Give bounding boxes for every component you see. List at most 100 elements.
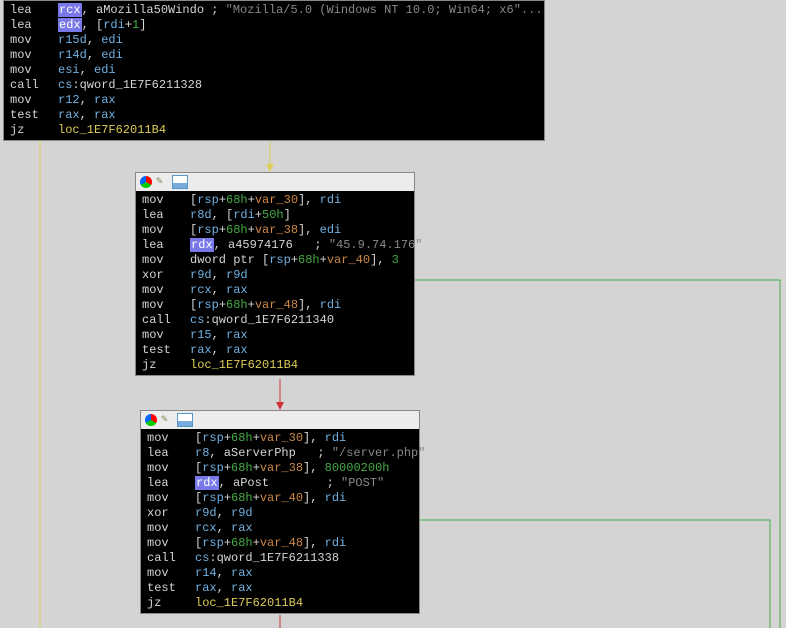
asm-line[interactable]: movr15, rax: [142, 328, 408, 343]
operand-reg: esi: [58, 63, 80, 77]
operand-reg: rax: [94, 108, 116, 122]
asm-line[interactable]: testrax, rax: [142, 343, 408, 358]
asm-line[interactable]: lear8d, [rdi+50h]: [142, 208, 408, 223]
operand-white: , aMozilla50Windo ;: [82, 3, 226, 17]
asm-line[interactable]: movr15d, edi: [10, 33, 538, 48]
mnemonic: mov: [10, 48, 58, 63]
operand-white: , aServerPhp ;: [209, 446, 331, 460]
operand-white: qword_1E7F6211328: [80, 78, 202, 92]
operand-white: qword_1E7F6211338: [217, 551, 339, 565]
operand-reg: rcx: [190, 283, 212, 297]
mnemonic: mov: [142, 193, 190, 208]
asm-line[interactable]: mov[rsp+68h+var_38], 80000200h: [147, 461, 413, 476]
operand-white: ,: [80, 93, 94, 107]
operand-white: +: [248, 223, 255, 237]
operand-var: var_30: [255, 193, 298, 207]
operand-reg: r14d: [58, 48, 87, 62]
edit-icon[interactable]: [156, 176, 168, 188]
asm-line[interactable]: movrcx, rax: [147, 521, 413, 536]
asm-line[interactable]: leardx, a45974176 ; "45.9.74.176": [142, 238, 408, 253]
asm-block-3[interactable]: mov[rsp+68h+var_30], rdilear8, aServerPh…: [140, 410, 420, 614]
operand-mem: 68h: [231, 491, 253, 505]
asm-line[interactable]: callcs:qword_1E7F6211328: [10, 78, 538, 93]
operand-white: ],: [370, 253, 392, 267]
operand-mem: 68h: [226, 193, 248, 207]
asm-line[interactable]: xorr9d, r9d: [147, 506, 413, 521]
mnemonic: mov: [147, 491, 195, 506]
operand-reg: rax: [190, 343, 212, 357]
operand-white: ]: [139, 18, 146, 32]
operand-white: qword_1E7F6211340: [212, 313, 334, 327]
operand-reg: rdi: [320, 298, 342, 312]
edit-icon[interactable]: [161, 414, 173, 426]
operand-reg: edi: [320, 223, 342, 237]
asm-line[interactable]: movesi, edi: [10, 63, 538, 78]
color-wheel-icon[interactable]: [140, 176, 152, 188]
operand-white: +: [253, 431, 260, 445]
mnemonic: lea: [10, 18, 58, 33]
mnemonic: lea: [142, 208, 190, 223]
mnemonic: mov: [10, 33, 58, 48]
operand-hl: rdx: [195, 476, 219, 490]
asm-line[interactable]: movr12, rax: [10, 93, 538, 108]
asm-line[interactable]: lear8, aServerPhp ; "/server.php": [147, 446, 413, 461]
asm-line[interactable]: callcs:qword_1E7F6211340: [142, 313, 408, 328]
operand-white: dword ptr [: [190, 253, 269, 267]
asm-line[interactable]: movdword ptr [rsp+68h+var_40], 3: [142, 253, 408, 268]
operand-white: :: [204, 313, 211, 327]
asm-line[interactable]: testrax, rax: [10, 108, 538, 123]
asm-line[interactable]: leardx, aPost ; "POST": [147, 476, 413, 491]
asm-line[interactable]: testrax, rax: [147, 581, 413, 596]
mnemonic: lea: [147, 476, 195, 491]
operand-reg: rdi: [325, 536, 347, 550]
operand-white: +: [253, 491, 260, 505]
asm-line[interactable]: jzloc_1E7F62011B4: [142, 358, 408, 373]
asm-line[interactable]: xorr9d, r9d: [142, 268, 408, 283]
operand-reg: r15d: [58, 33, 87, 47]
operand-white: ],: [303, 491, 325, 505]
operand-var: var_48: [255, 298, 298, 312]
operand-white: ],: [303, 461, 325, 475]
asm-line[interactable]: mov[rsp+68h+var_38], edi: [142, 223, 408, 238]
asm-line[interactable]: mov[rsp+68h+var_48], rdi: [142, 298, 408, 313]
asm-line[interactable]: jzloc_1E7F62011B4: [10, 123, 538, 138]
operand-reg: r9d: [195, 506, 217, 520]
operand-reg: rsp: [197, 298, 219, 312]
asm-line[interactable]: learcx, aMozilla50Windo ; "Mozilla/5.0 (…: [10, 3, 538, 18]
asm-line[interactable]: movrcx, rax: [142, 283, 408, 298]
asm-line[interactable]: callcs:qword_1E7F6211338: [147, 551, 413, 566]
operand-white: ,: [217, 506, 231, 520]
operand-mem: 68h: [226, 223, 248, 237]
mnemonic: mov: [142, 223, 190, 238]
color-wheel-icon[interactable]: [145, 414, 157, 426]
operand-white: ]: [284, 208, 291, 222]
operand-mem: 68h: [231, 536, 253, 550]
asm-block-2[interactable]: mov[rsp+68h+var_30], rdilear8d, [rdi+50h…: [135, 172, 415, 376]
operand-white: +: [255, 208, 262, 222]
operand-reg: edi: [101, 33, 123, 47]
operand-white: +: [253, 461, 260, 475]
mnemonic: mov: [147, 521, 195, 536]
asm-line[interactable]: mov[rsp+68h+var_30], rdi: [147, 431, 413, 446]
operand-reg: rax: [195, 581, 217, 595]
asm-line[interactable]: mov[rsp+68h+var_48], rdi: [147, 536, 413, 551]
operand-str: "/server.php": [332, 446, 426, 460]
operand-white: +: [224, 536, 231, 550]
asm-line[interactable]: movr14, rax: [147, 566, 413, 581]
mnemonic: lea: [147, 446, 195, 461]
operand-white: , a45974176 ;: [214, 238, 329, 252]
chart-icon[interactable]: [177, 413, 193, 427]
operand-mem: 68h: [231, 461, 253, 475]
asm-line[interactable]: jzloc_1E7F62011B4: [147, 596, 413, 611]
asm-line[interactable]: mov[rsp+68h+var_40], rdi: [147, 491, 413, 506]
asm-block-1[interactable]: learcx, aMozilla50Windo ; "Mozilla/5.0 (…: [3, 0, 545, 141]
operand-reg: rcx: [195, 521, 217, 535]
chart-icon[interactable]: [172, 175, 188, 189]
asm-line[interactable]: movr14d, edi: [10, 48, 538, 63]
asm-line[interactable]: leaedx, [rdi+1]: [10, 18, 538, 33]
operand-white: ],: [298, 223, 320, 237]
mnemonic: lea: [10, 3, 58, 18]
mnemonic: mov: [10, 63, 58, 78]
asm-line[interactable]: mov[rsp+68h+var_30], rdi: [142, 193, 408, 208]
operand-reg: rax: [226, 283, 248, 297]
